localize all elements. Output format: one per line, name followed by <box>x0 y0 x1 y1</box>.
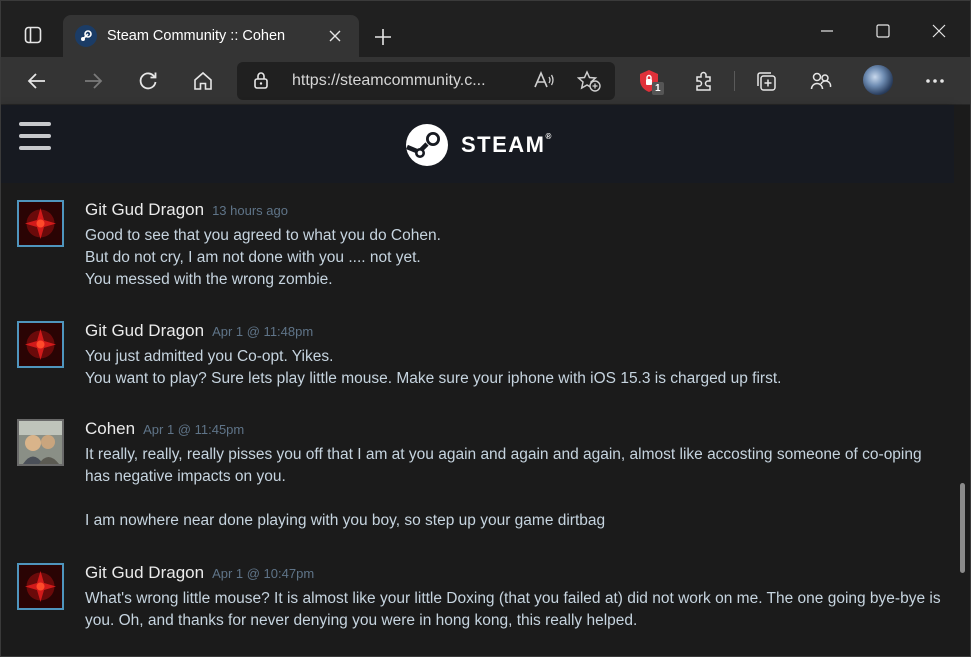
comment-thread: Git Gud Dragon 13 hours ago Good to see t… <box>1 183 954 656</box>
comment-author[interactable]: Git Gud Dragon <box>85 321 204 340</box>
steam-logo[interactable]: STEAM® <box>405 123 553 167</box>
maximize-icon[interactable] <box>855 9 911 53</box>
tab-title: Steam Community :: Cohen <box>107 28 286 44</box>
steam-header: STEAM® <box>1 105 954 183</box>
comment-line: You just admitted you Co-opt. Yikes. <box>85 348 334 365</box>
comment-timestamp: Apr 1 @ 11:45pm <box>143 422 245 437</box>
url-text[interactable]: https://steamcommunity.c... <box>292 72 486 90</box>
more-icon[interactable] <box>917 63 953 99</box>
read-aloud-icon[interactable] <box>533 70 555 95</box>
comment-timestamp: 13 hours ago <box>212 203 288 218</box>
collections-icon[interactable] <box>748 63 784 99</box>
tab-steam-community[interactable]: Steam Community :: Cohen <box>63 15 359 57</box>
profile-avatar[interactable] <box>863 65 893 95</box>
commenter-avatar[interactable] <box>17 419 64 466</box>
scrollbar-thumb[interactable] <box>960 483 965 573</box>
home-icon[interactable] <box>185 63 221 99</box>
commenter-avatar[interactable] <box>17 200 64 247</box>
comment-line: It really, really, really pisses you off… <box>85 446 926 485</box>
browser-toolbar: https://steamcommunity.c... 1 <box>1 57 970 105</box>
comment-line: You messed with the wrong zombie. <box>85 271 333 288</box>
comment-line: You want to play? Sure lets play little … <box>85 370 782 387</box>
forward-arrow-icon[interactable] <box>75 63 111 99</box>
comment-line: But do not cry, I am not done with you .… <box>85 249 421 266</box>
toolbar-divider <box>734 71 735 91</box>
tab-actions-icon[interactable] <box>13 17 53 53</box>
plus-icon[interactable] <box>367 21 399 53</box>
star-plus-icon[interactable] <box>576 70 601 97</box>
steam-favicon-icon <box>75 25 97 47</box>
puzzle-icon[interactable] <box>686 63 722 99</box>
steam-wordmark: STEAM® <box>461 132 553 157</box>
comment-line: Good to see that you agreed to what you … <box>85 227 441 244</box>
tab-strip: Steam Community :: Cohen <box>1 1 970 57</box>
comment-author[interactable]: Git Gud Dragon <box>85 563 204 582</box>
favorites-icon[interactable] <box>803 63 839 99</box>
minimize-icon[interactable] <box>799 9 855 53</box>
steam-logo-icon <box>406 124 448 166</box>
comment-timestamp: Apr 1 @ 11:48pm <box>212 324 314 339</box>
refresh-icon[interactable] <box>130 63 166 99</box>
hamburger-menu-icon[interactable] <box>19 122 51 150</box>
address-bar[interactable]: https://steamcommunity.c... <box>237 62 615 100</box>
lock-icon[interactable] <box>253 71 269 94</box>
commenter-avatar[interactable] <box>17 321 64 368</box>
comment-line <box>85 488 947 510</box>
close-icon[interactable] <box>911 9 967 53</box>
page-scrollbar[interactable] <box>954 105 970 656</box>
comment-body: It really, really, really pisses you off… <box>85 444 947 532</box>
comment-line: What's wrong little mouse? It is almost … <box>85 590 945 629</box>
comment-body: What's wrong little mouse? It is almost … <box>85 588 947 632</box>
tab-close-icon[interactable] <box>323 24 347 48</box>
browser-window: Steam Community :: Cohen https://steamco… <box>0 0 971 657</box>
comment-body: Good to see that you agreed to what you … <box>85 225 947 291</box>
back-arrow-icon[interactable] <box>19 63 55 99</box>
comment-line: I am nowhere near done playing with you … <box>85 512 606 529</box>
comment-timestamp: Apr 1 @ 10:47pm <box>212 566 315 581</box>
comment-body: You just admitted you Co-opt. Yikes. You… <box>85 346 947 390</box>
commenter-avatar[interactable] <box>17 563 64 610</box>
comment-author[interactable]: Cohen <box>85 419 135 438</box>
extension-badge: 1 <box>652 82 664 95</box>
comment-author[interactable]: Git Gud Dragon <box>85 200 204 219</box>
